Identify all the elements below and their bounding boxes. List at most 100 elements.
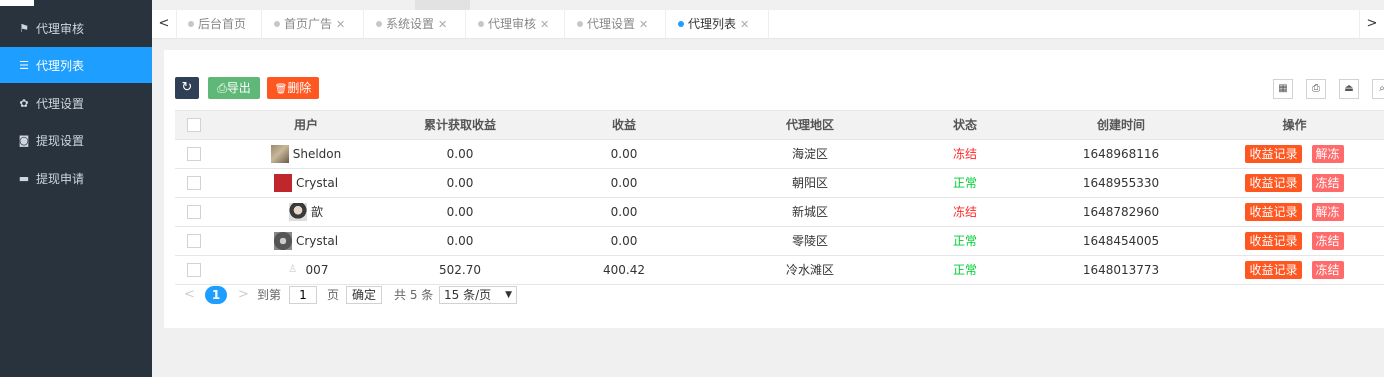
sidebar-item-label: 提现设置 bbox=[36, 133, 85, 148]
earnings-record-button[interactable]: 收益记录 bbox=[1245, 173, 1302, 192]
earnings-record-button[interactable]: 收益记录 bbox=[1245, 231, 1302, 250]
sidebar-item[interactable]: ◙ 提现设置 bbox=[0, 122, 152, 158]
user-name: Sheldon bbox=[292, 147, 342, 161]
pager-current-page[interactable]: 1 bbox=[205, 286, 227, 304]
status-cell: 冻结 bbox=[952, 205, 977, 219]
main-panel: ↻ ⎙导出 🗑删除 ▦ ⎙ ⏏ ⌕ 用户 累计获取收益 收益 代理地区 状态 创建时间… bbox=[164, 50, 1384, 328]
pager-goto-label: 到第 bbox=[257, 288, 282, 302]
top-bar-handle bbox=[415, 0, 470, 10]
header-total-earnings: 累计获取收益 bbox=[423, 118, 496, 132]
freeze-toggle-button[interactable]: 冻结 bbox=[1311, 231, 1344, 250]
search-tool-button[interactable]: ⌕ bbox=[1372, 79, 1384, 99]
tab-item[interactable]: 代理设置 ✕ bbox=[565, 10, 666, 38]
pager-confirm-button[interactable]: 确定 bbox=[346, 286, 383, 304]
logo bbox=[0, 0, 34, 6]
total-earnings-cell: 0.00 bbox=[446, 147, 474, 161]
actions-cell: 收益记录 冻结 bbox=[1205, 227, 1384, 255]
row-select-cell bbox=[175, 198, 213, 226]
close-icon[interactable]: ✕ bbox=[336, 18, 345, 31]
earnings-cell: 400.42 bbox=[603, 263, 645, 277]
columns-tool-button[interactable]: ▦ bbox=[1273, 79, 1293, 99]
earnings-cell: 0.00 bbox=[610, 176, 638, 190]
pager-page-unit: 页 bbox=[327, 288, 340, 302]
close-icon[interactable]: ✕ bbox=[639, 18, 648, 31]
export-icon: ⏏ bbox=[1344, 83, 1354, 94]
earnings-record-button[interactable]: 收益记录 bbox=[1245, 202, 1302, 221]
refresh-button[interactable]: ↻ bbox=[175, 77, 199, 99]
area-cell: 新城区 bbox=[791, 205, 828, 219]
avatar: ♙ bbox=[288, 263, 298, 275]
flag-icon: ⚑ bbox=[19, 21, 29, 35]
sidebar-item-label: 代理设置 bbox=[36, 96, 85, 111]
agent-table: 用户 累计获取收益 收益 代理地区 状态 创建时间 操作 Sheldon 0.00… bbox=[175, 110, 1384, 285]
tab-status-dot bbox=[577, 21, 583, 27]
select-all-checkbox[interactable] bbox=[187, 117, 201, 132]
print-tool-button[interactable]: ⎙ bbox=[1306, 79, 1326, 99]
table-row: Crystal 0.00 0.00 朝阳区 正常 1648955330 收益记录 冻结 bbox=[175, 169, 1384, 198]
status-cell: 正常 bbox=[952, 176, 977, 190]
avatar bbox=[273, 231, 292, 250]
earnings-record-button[interactable]: 收益记录 bbox=[1245, 144, 1302, 163]
table-row: 歆 0.00 0.00 新城区 冻结 1648782960 收益记录 解冻 bbox=[175, 198, 1384, 227]
row-checkbox[interactable] bbox=[187, 175, 201, 190]
created-time-cell: 1648968116 bbox=[1082, 147, 1160, 161]
total-earnings-cell: 0.00 bbox=[446, 176, 474, 190]
tab-item[interactable]: 系统设置 ✕ bbox=[364, 10, 466, 38]
row-checkbox[interactable] bbox=[187, 262, 201, 277]
pager-goto-input[interactable] bbox=[289, 286, 317, 304]
pager-next-button[interactable]: > bbox=[238, 285, 249, 305]
page-size-select[interactable]: 15 条/页 ▼ bbox=[439, 286, 517, 304]
table-row: Crystal 0.00 0.00 零陵区 正常 1648454005 收益记录 冻结 bbox=[175, 227, 1384, 256]
close-icon[interactable]: ✕ bbox=[438, 18, 447, 31]
sidebar-item[interactable]: ▬ 提现申请 bbox=[0, 160, 152, 196]
user-cell: Crystal bbox=[213, 169, 399, 197]
freeze-toggle-button[interactable]: 冻结 bbox=[1311, 173, 1344, 192]
export-button[interactable]: ⎙导出 bbox=[208, 77, 260, 99]
actions-cell: 收益记录 冻结 bbox=[1205, 256, 1384, 284]
pager-prev-button[interactable]: < bbox=[184, 285, 195, 305]
row-checkbox[interactable] bbox=[187, 146, 201, 161]
header-status: 状态 bbox=[952, 118, 977, 132]
freeze-toggle-button[interactable]: 冻结 bbox=[1311, 260, 1344, 279]
tab-status-dot bbox=[678, 21, 684, 27]
total-earnings-cell: 0.00 bbox=[446, 234, 474, 248]
freeze-toggle-button[interactable]: 解冻 bbox=[1311, 202, 1344, 221]
delete-label: 删除 bbox=[287, 81, 312, 95]
close-icon[interactable]: ✕ bbox=[540, 18, 549, 31]
export-tool-button[interactable]: ⏏ bbox=[1339, 79, 1359, 99]
total-earnings-cell: 0.00 bbox=[446, 205, 474, 219]
delete-button[interactable]: 🗑删除 bbox=[267, 77, 319, 99]
tab-status-dot bbox=[188, 21, 194, 27]
created-time-cell: 1648955330 bbox=[1082, 176, 1160, 190]
refresh-icon: ↻ bbox=[181, 80, 193, 95]
sidebar-item[interactable]: ⚑ 代理审核 bbox=[0, 10, 152, 46]
user-cell: Crystal bbox=[213, 227, 399, 255]
row-select-cell bbox=[175, 256, 213, 284]
table-header-row: 用户 累计获取收益 收益 代理地区 状态 创建时间 操作 bbox=[175, 111, 1384, 140]
tab-item[interactable]: 首页广告 ✕ bbox=[262, 10, 364, 38]
sidebar-item-label: 代理列表 bbox=[36, 58, 85, 73]
tab-item[interactable]: 代理列表 ✕ bbox=[666, 10, 769, 38]
row-checkbox[interactable] bbox=[187, 233, 201, 248]
sidebar-item[interactable]: ☰ 代理列表 bbox=[0, 47, 152, 83]
tab-item[interactable]: 代理审核 ✕ bbox=[466, 10, 565, 38]
credit-card-icon: ▬ bbox=[18, 171, 30, 185]
sidebar-item[interactable]: ✿ 代理设置 bbox=[0, 85, 152, 121]
close-icon[interactable]: ✕ bbox=[740, 18, 749, 31]
status-cell: 冻结 bbox=[952, 147, 977, 161]
row-checkbox[interactable] bbox=[187, 204, 201, 219]
freeze-toggle-button[interactable]: 解冻 bbox=[1311, 144, 1344, 163]
tab-item[interactable]: 后台首页 bbox=[176, 10, 262, 38]
money-icon: ◙ bbox=[18, 133, 30, 147]
user-name: Crystal bbox=[295, 176, 339, 190]
tab-label: 后台首页 bbox=[198, 17, 247, 31]
created-time-cell: 1648454005 bbox=[1082, 234, 1160, 248]
header-area: 代理地区 bbox=[785, 118, 834, 132]
earnings-record-button[interactable]: 收益记录 bbox=[1245, 260, 1302, 279]
tab-scroll-left-button[interactable]: < bbox=[152, 10, 177, 38]
status-cell: 正常 bbox=[952, 234, 977, 248]
total-earnings-cell: 502.70 bbox=[439, 263, 481, 277]
sidebar: ⚑ 代理审核 ☰ 代理列表 ✿ 代理设置 ◙ 提现设置 ▬ 提现申请 bbox=[0, 0, 152, 377]
avatar bbox=[288, 202, 307, 221]
tab-scroll-right-button[interactable]: > bbox=[1359, 10, 1384, 38]
